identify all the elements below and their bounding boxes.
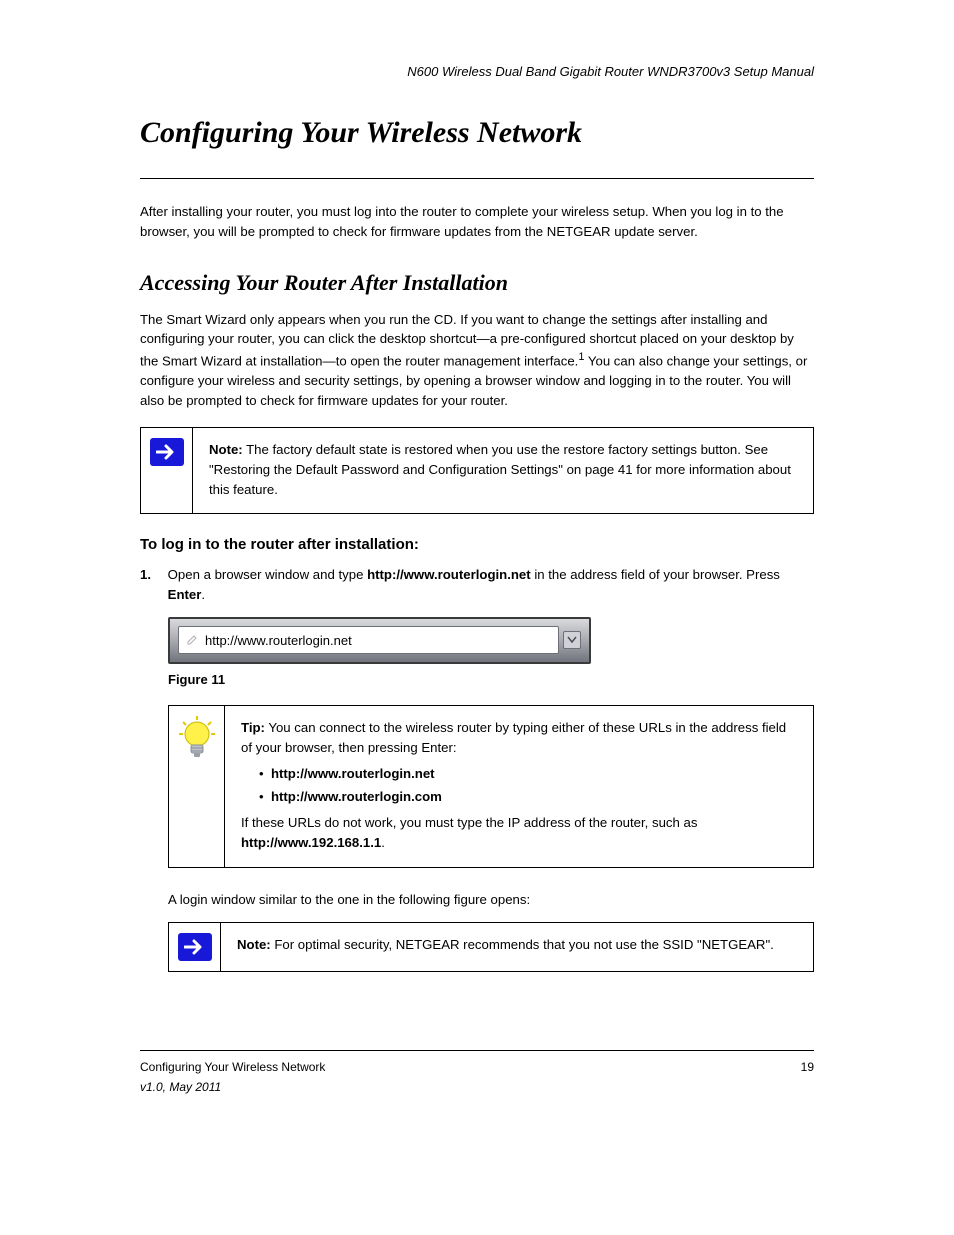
lightbulb-icon: [177, 716, 217, 766]
tip-box: Tip: You can connect to the wireless rou…: [168, 705, 814, 868]
tip-label: Tip:: [241, 720, 265, 735]
tip-ip: http://www.192.168.1.1: [241, 835, 381, 850]
arrow-right-icon: [178, 933, 212, 961]
tip-url-2: http://www.routerlogin.com: [271, 789, 442, 804]
address-bar-screenshot: http://www.routerlogin.net: [168, 617, 591, 664]
note-label: Note:: [209, 442, 243, 457]
intro-paragraph: After installing your router, you must l…: [140, 202, 814, 242]
note-icon-cell-2: [169, 923, 221, 971]
version-text: v1.0, May 2011: [140, 1080, 221, 1094]
note2-text: For optimal security, NETGEAR recommends…: [271, 937, 774, 952]
tip-icon-cell: [169, 706, 225, 867]
footer-page-number: 19: [801, 1060, 814, 1074]
divider-bottom: [140, 1050, 814, 1051]
arrow-right-icon: [150, 438, 184, 466]
step-1-number: 1.: [140, 565, 164, 585]
footer-left: Configuring Your Wireless Network: [140, 1060, 325, 1074]
note-box-ssid: Note: For optimal security, NETGEAR reco…: [168, 922, 814, 972]
note-icon-cell: [141, 428, 193, 513]
step-1-text-b: in the address field of your browser. Pr…: [531, 567, 780, 582]
page-footer: Configuring Your Wireless Network 19: [140, 1060, 814, 1074]
note-text: The factory default state is restored wh…: [209, 442, 791, 497]
divider-top: [140, 178, 814, 179]
figure-caption: Figure 11: [168, 672, 814, 687]
step-2-sentence: A login window similar to the one in the…: [168, 890, 814, 910]
note-text-cell-2: Note: For optimal security, NETGEAR reco…: [221, 923, 813, 971]
step-1-text: Open a browser window and type http://ww…: [168, 565, 814, 605]
address-url-text: http://www.routerlogin.net: [205, 633, 352, 648]
note-text-cell: Note: The factory default state is resto…: [193, 428, 813, 513]
step-1-enter: Enter: [168, 587, 202, 602]
page-header-title: N600 Wireless Dual Band Gigabit Router W…: [407, 64, 814, 79]
tip-text: You can connect to the wireless router b…: [241, 720, 786, 755]
section-paragraph: The Smart Wizard only appears when you r…: [140, 310, 814, 411]
tip-url-1: http://www.routerlogin.net: [271, 766, 435, 781]
tip-tail-text: If these URLs do not work, you must type…: [241, 815, 697, 830]
section-heading-accessing: Accessing Your Router After Installation: [140, 270, 814, 296]
step-1-text-c: .: [201, 587, 205, 602]
address-input: http://www.routerlogin.net: [178, 626, 559, 654]
tip-text-cell: Tip: You can connect to the wireless rou…: [225, 706, 813, 867]
chapter-title: Configuring Your Wireless Network: [140, 116, 814, 150]
dropdown-icon: [563, 631, 581, 649]
note-box-factory-default: Note: The factory default state is resto…: [140, 427, 814, 514]
pencil-icon: [185, 634, 199, 646]
step-1-text-a: Open a browser window and type: [168, 567, 367, 582]
steps-heading: To log in to the router after installati…: [140, 536, 814, 553]
step-1: 1. Open a browser window and type http:/…: [140, 565, 814, 605]
note2-label: Note:: [237, 937, 271, 952]
step-1-url: http://www.routerlogin.net: [367, 567, 531, 582]
